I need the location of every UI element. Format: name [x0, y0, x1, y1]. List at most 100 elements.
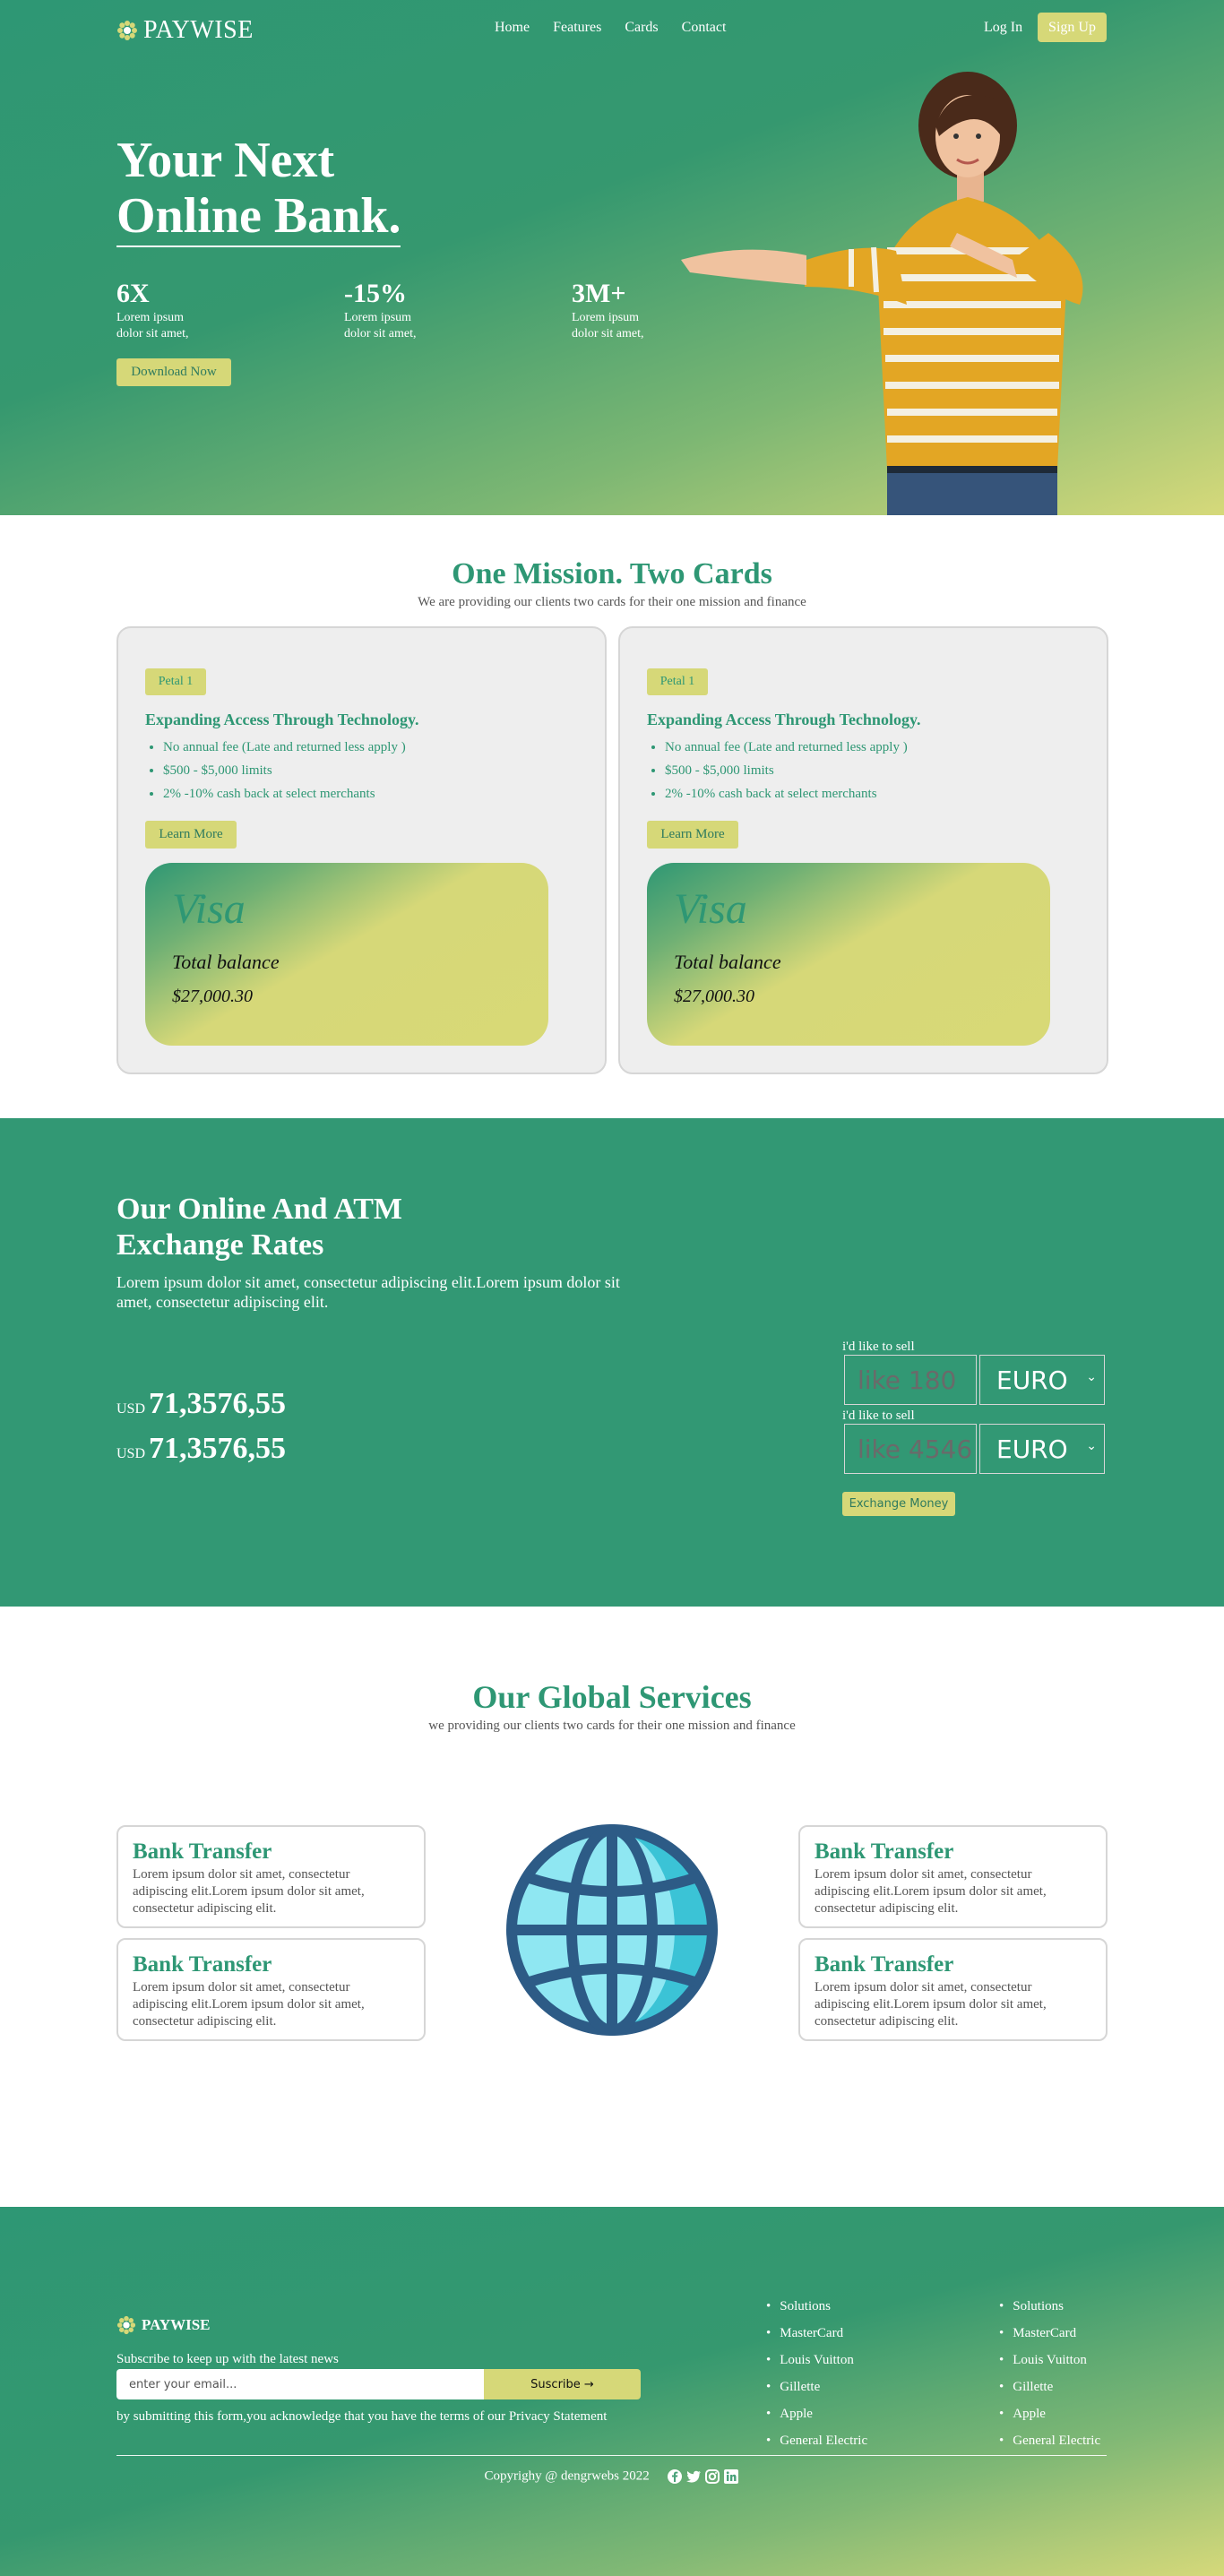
rate-value: USD 71,3576,55 [116, 1387, 286, 1421]
services-title: Our Global Services [472, 1679, 752, 1715]
hero-title-line1: Your Next [116, 133, 335, 188]
nav-link-contact[interactable]: Contact [682, 20, 727, 36]
sell-amount-input[interactable]: like 180 [844, 1355, 977, 1405]
download-now-button[interactable]: Download Now [116, 358, 231, 386]
card-feature-list: No annual fee (Late and returned less ap… [163, 736, 406, 806]
footer-brand-name: PAYWISE [142, 2316, 211, 2333]
balance-amount: $27,000.30 [674, 986, 754, 1006]
service-title: Bank Transfer [133, 1952, 272, 1977]
currency-select[interactable]: EURO ⌄ [979, 1424, 1105, 1474]
hero-title-line2: Online Bank. [116, 188, 401, 247]
footer-link[interactable]: Gillette [766, 2374, 867, 2400]
currency-select[interactable]: EURO ⌄ [979, 1355, 1105, 1405]
signup-button[interactable]: Sign Up [1038, 13, 1107, 42]
visa-brand: Visa [674, 885, 747, 933]
service-title: Bank Transfer [815, 1839, 954, 1864]
visa-brand: Visa [172, 885, 246, 933]
rates-description: Lorem ipsum dolor sit amet, consectetur … [116, 1273, 620, 1311]
top-nav: PAYWISE Home Features Cards Contact Log … [116, 13, 1107, 45]
card-heading: Expanding Access Through Technology. [647, 711, 921, 728]
nav-link-home[interactable]: Home [495, 20, 530, 36]
hero-woman-image [681, 72, 1083, 515]
twitter-icon[interactable] [685, 2468, 702, 2485]
footer-link[interactable]: General Electric [766, 2427, 867, 2454]
footer-link[interactable]: Louis Vuitton [766, 2347, 867, 2374]
nav-link-features[interactable]: Features [553, 20, 601, 36]
footer: PAYWISE Subscribe to keep up with the la… [0, 2207, 1224, 2576]
stat-value: -15% [344, 279, 407, 308]
footer-link[interactable]: MasterCard [766, 2320, 867, 2347]
flower-logo-icon [117, 21, 137, 40]
service-card: Bank Transfer Lorem ipsum dolor sit amet… [116, 1825, 426, 1928]
nav-link-cards[interactable]: Cards [625, 20, 658, 36]
service-card: Bank Transfer Lorem ipsum dolor sit amet… [116, 1938, 426, 2041]
card-panel: Petal 1 Expanding Access Through Technol… [116, 626, 607, 1074]
chevron-down-icon: ⌄ [1086, 1370, 1097, 1384]
learn-more-button[interactable]: Learn More [647, 821, 738, 849]
instagram-icon[interactable] [704, 2468, 720, 2485]
list-item: No annual fee (Late and returned less ap… [163, 736, 406, 759]
learn-more-button[interactable]: Learn More [145, 821, 237, 849]
stat-item: -15% Lorem ipsum dolor sit amet, [344, 278, 572, 342]
footer-divider [116, 2455, 1107, 2456]
subscribe-text: Subscribe to keep up with the latest new… [116, 2352, 339, 2366]
rates-title-line2: Exchange Rates [116, 1228, 324, 1262]
card-badge: Petal 1 [145, 668, 206, 695]
sell-label: i'd like to sell [842, 1409, 915, 1423]
footer-link[interactable]: Apple [766, 2400, 867, 2427]
card-heading: Expanding Access Through Technology. [145, 711, 419, 728]
services-subtitle: we providing our clients two cards for t… [428, 1719, 796, 1733]
sell-amount-input[interactable]: like 4546 [844, 1424, 977, 1474]
globe-icon [506, 1824, 718, 2036]
page: PAYWISE Home Features Cards Contact Log … [0, 0, 1224, 2576]
footer-logo[interactable]: PAYWISE [116, 2315, 211, 2335]
stat-line2: dolor sit amet, [344, 327, 417, 340]
service-title: Bank Transfer [815, 1952, 954, 1977]
service-text: Lorem ipsum dolor sit amet, consectetur … [133, 1980, 365, 2029]
footer-link[interactable]: Gillette [999, 2374, 1100, 2400]
facebook-icon[interactable] [667, 2468, 683, 2485]
visa-card: Visa Total balance $27,000.30 [647, 863, 1050, 1046]
rates-title: Our Online And ATM Exchange Rates [116, 1192, 402, 1263]
service-text: Lorem ipsum dolor sit amet, consectetur … [133, 1867, 365, 1916]
balance-amount: $27,000.30 [172, 986, 253, 1006]
linkedin-icon[interactable] [723, 2468, 739, 2485]
list-item: No annual fee (Late and returned less ap… [665, 736, 908, 759]
brand-name: PAYWISE [143, 16, 254, 44]
stat-line2: dolor sit amet, [116, 327, 189, 340]
footer-link[interactable]: Apple [999, 2400, 1100, 2427]
rate-amount: 71,3576,55 [149, 1387, 287, 1420]
total-balance-label: Total balance [172, 951, 280, 973]
stat-item: 6X Lorem ipsum dolor sit amet, [116, 278, 344, 342]
rate-currency: USD [116, 1446, 146, 1461]
email-input[interactable]: enter your email... [116, 2369, 484, 2399]
flower-logo-icon [116, 2315, 136, 2335]
subscribe-button[interactable]: Suscribe → [484, 2369, 641, 2399]
visa-card: Visa Total balance $27,000.30 [145, 863, 548, 1046]
footer-link[interactable]: Louis Vuitton [999, 2347, 1100, 2374]
rates-title-line1: Our Online And ATM [116, 1193, 402, 1226]
hero-title: Your Next Online Bank. [116, 133, 401, 247]
copyright-text: Copyrighy @ dengrwebs 2022 [484, 2468, 650, 2484]
footer-link[interactable]: MasterCard [999, 2320, 1100, 2347]
sell-label: i'd like to sell [842, 1340, 915, 1354]
privacy-note: by submitting this form,you acknowledge … [116, 2409, 608, 2424]
currency-select-value: EURO [996, 1365, 1068, 1395]
card-feature-list: No annual fee (Late and returned less ap… [665, 736, 908, 806]
footer-link[interactable]: Solutions [766, 2293, 867, 2320]
service-card: Bank Transfer Lorem ipsum dolor sit amet… [798, 1938, 1108, 2041]
stat-line1: Lorem ipsum [116, 311, 185, 324]
footer-link[interactable]: General Electric [999, 2427, 1100, 2454]
list-item: $500 - $5,000 limits [163, 759, 406, 782]
total-balance-label: Total balance [674, 951, 781, 973]
login-link[interactable]: Log In [984, 20, 1022, 36]
stat-line1: Lorem ipsum [344, 311, 412, 324]
chevron-down-icon: ⌄ [1086, 1439, 1097, 1453]
brand-logo[interactable]: PAYWISE [116, 16, 254, 45]
rate-currency: USD [116, 1401, 146, 1417]
social-links [667, 2468, 739, 2485]
cards-section-subtitle: We are providing our clients two cards f… [418, 595, 806, 609]
footer-link[interactable]: Solutions [999, 2293, 1100, 2320]
currency-select-value: EURO [996, 1434, 1068, 1464]
exchange-money-button[interactable]: Exchange Money [842, 1492, 955, 1516]
